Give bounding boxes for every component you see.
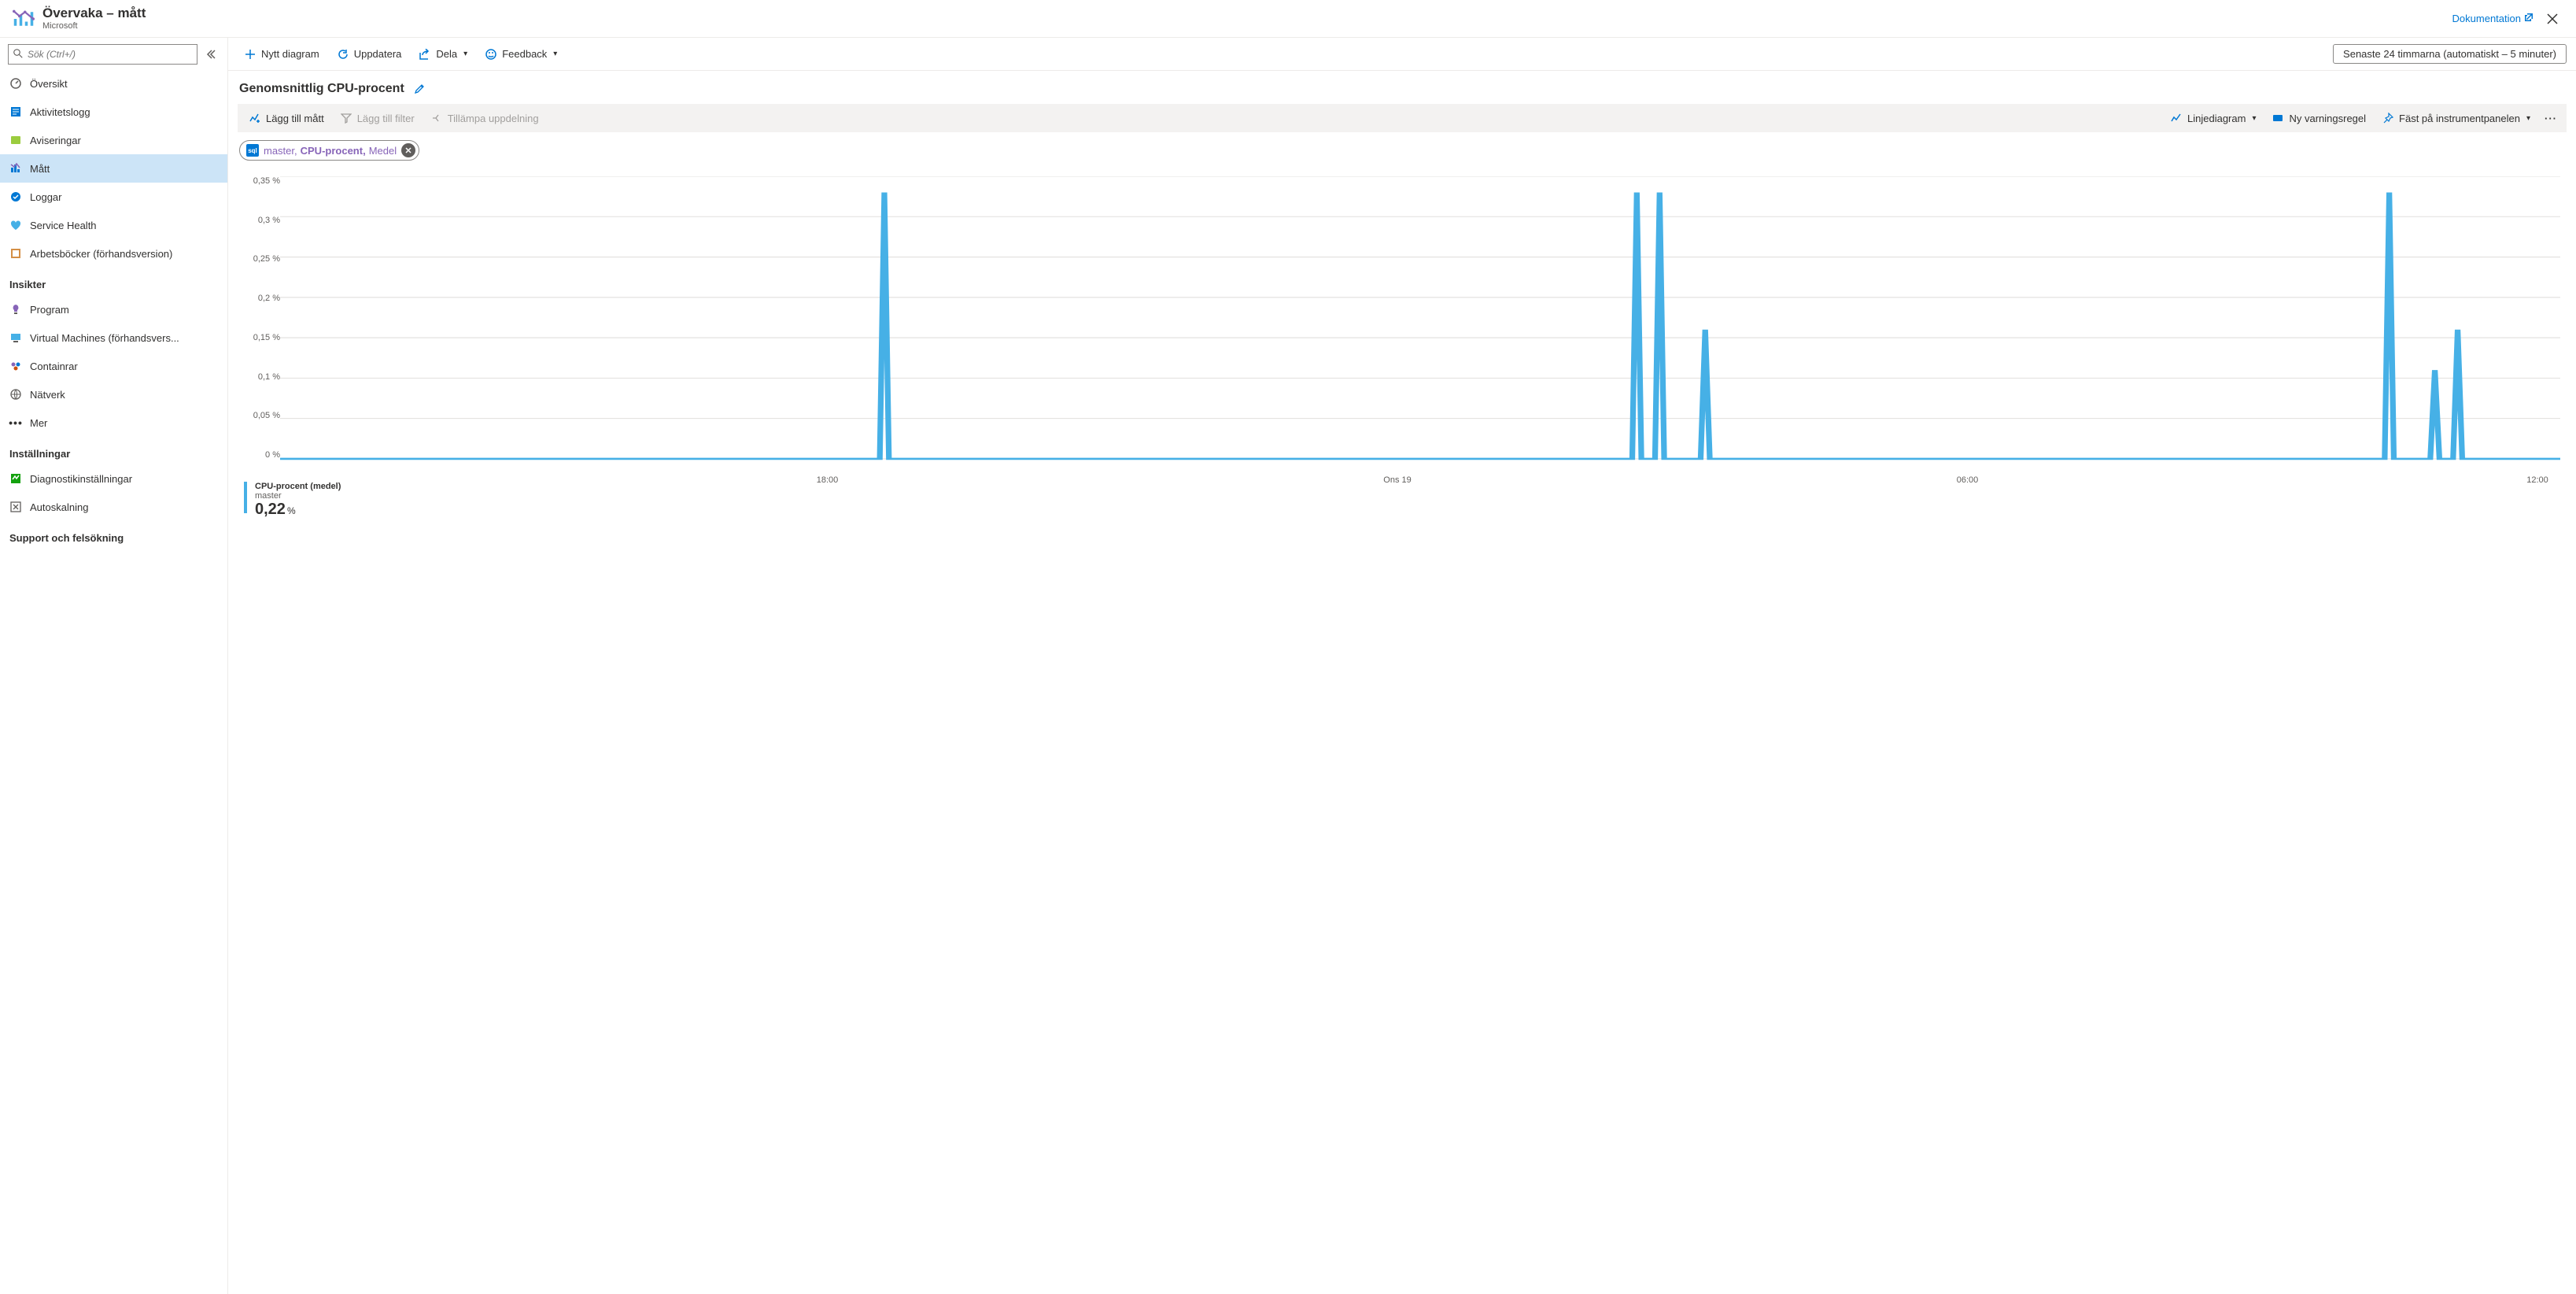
y-tick-label: 0 % <box>244 450 280 460</box>
sidebar-item-aktivitetslogg[interactable]: Aktivitetslogg <box>0 98 227 126</box>
more-icon: ••• <box>9 416 22 429</box>
filter-icon <box>340 112 352 124</box>
legend-color-bar <box>244 482 247 513</box>
chip-metric: CPU-procent, <box>301 145 366 157</box>
health-icon <box>9 219 22 231</box>
chip-resource: master, <box>264 145 297 157</box>
sidebar-item-mer[interactable]: •••Mer <box>0 409 227 437</box>
y-tick-label: 0,2 % <box>244 294 280 303</box>
alert-icon <box>2272 112 2284 124</box>
pin-to-dashboard-button[interactable]: Fäst på instrumentpanelen ▾ <box>2375 107 2537 129</box>
sidebar-item-program[interactable]: Program <box>0 295 227 324</box>
pin-icon <box>2382 112 2394 124</box>
more-options-button[interactable]: ··· <box>2540 113 2562 124</box>
new-alert-rule-button[interactable]: Ny varningsregel <box>2265 107 2372 129</box>
logs-icon <box>9 190 22 203</box>
sidebar-section-header: Insikter <box>0 268 227 295</box>
y-tick-label: 0,15 % <box>244 333 280 342</box>
y-tick-label: 0,3 % <box>244 216 280 225</box>
sidebar-item-containrar[interactable]: Containrar <box>0 352 227 380</box>
sql-icon: sql <box>246 144 259 157</box>
x-tick-label: 12:00 <box>2526 475 2548 485</box>
bulb-icon <box>9 303 22 316</box>
sidebar-item-aviseringar[interactable]: Aviseringar <box>0 126 227 154</box>
feedback-button[interactable]: Feedback ▾ <box>478 43 563 66</box>
metrics-icon <box>9 162 22 175</box>
x-tick-label: Ons 19 <box>1383 475 1411 485</box>
chevron-down-icon: ▾ <box>2526 114 2530 123</box>
y-tick-label: 0,35 % <box>244 176 280 186</box>
x-tick-label: 18:00 <box>817 475 839 485</box>
apply-splitting-button[interactable]: Tillämpa uppdelning <box>424 107 545 129</box>
time-range-picker[interactable]: Senaste 24 timmarna (automatiskt – 5 min… <box>2333 44 2567 64</box>
diag-icon <box>9 472 22 485</box>
remove-metric-button[interactable] <box>401 143 415 157</box>
share-button[interactable]: Dela ▾ <box>412 43 474 66</box>
sidebar-item-loggar[interactable]: Loggar <box>0 183 227 211</box>
new-chart-button[interactable]: Nytt diagram <box>238 43 326 66</box>
documentation-link[interactable]: Dokumentation <box>2452 13 2534 24</box>
sidebar-item-virtual-machines-f-rhandsvers-[interactable]: Virtual Machines (förhandsvers... <box>0 324 227 352</box>
x-tick-label: 06:00 <box>1957 475 1979 485</box>
sidebar-section-header: Inställningar <box>0 437 227 464</box>
refresh-icon <box>337 48 349 61</box>
chart: 0,35 % 0,3 % 0,25 % 0,2 % 0,15 % 0,1 % 0,05 % 0… <box>244 176 2560 475</box>
monitor-logo-icon <box>13 8 35 30</box>
external-link-icon <box>2524 13 2534 24</box>
sidebar-item--versikt[interactable]: Översikt <box>0 69 227 98</box>
chevron-down-icon: ▾ <box>2252 114 2256 123</box>
y-tick-label: 0,1 % <box>244 372 280 382</box>
sidebar-item-m-tt[interactable]: Mått <box>0 154 227 183</box>
gauge-icon <box>9 77 22 90</box>
log-icon <box>9 105 22 118</box>
edit-title-button[interactable] <box>412 82 426 96</box>
close-button[interactable] <box>2541 8 2563 30</box>
sidebar-item-autoskalning[interactable]: Autoskalning <box>0 493 227 521</box>
alert-icon <box>9 134 22 146</box>
page-title: Övervaka – mått <box>42 6 2452 21</box>
container-icon <box>9 360 22 372</box>
chart-type-dropdown[interactable]: Linjediagram ▾ <box>2164 107 2262 129</box>
vm-icon <box>9 331 22 344</box>
chip-aggregation: Medel <box>369 145 397 157</box>
chart-title: Genomsnittlig CPU-procent <box>239 82 404 96</box>
add-metric-icon <box>249 112 261 124</box>
sidebar-section-header: Support och felsökning <box>0 521 227 549</box>
refresh-button[interactable]: Uppdatera <box>330 43 408 66</box>
network-icon <box>9 388 22 401</box>
share-icon <box>419 48 431 61</box>
collapse-sidebar-icon[interactable] <box>202 46 220 63</box>
search-input[interactable] <box>28 49 192 60</box>
sidebar: ÖversiktAktivitetsloggAviseringarMåttLog… <box>0 38 228 1294</box>
line-chart-icon <box>2170 112 2183 124</box>
sidebar-item-n-tverk[interactable]: Nätverk <box>0 380 227 409</box>
y-tick-label: 0,25 % <box>244 254 280 264</box>
legend-label: CPU-procent (medel) <box>255 482 341 491</box>
y-tick-label: 0,05 % <box>244 411 280 420</box>
page-subtitle: Microsoft <box>42 21 2452 31</box>
sidebar-item-diagnostikinst-llningar[interactable]: Diagnostikinställningar <box>0 464 227 493</box>
add-filter-button[interactable]: Lägg till filter <box>334 107 421 129</box>
add-metric-button[interactable]: Lägg till mått <box>242 107 330 129</box>
autoscale-icon <box>9 501 22 513</box>
workbook-icon <box>9 247 22 260</box>
sidebar-item-arbetsb-cker-f-rhandsversion-[interactable]: Arbetsböcker (förhandsversion) <box>0 239 227 268</box>
sidebar-item-service-health[interactable]: Service Health <box>0 211 227 239</box>
chevron-down-icon: ▾ <box>553 50 557 58</box>
split-icon <box>430 112 443 124</box>
legend-value: 0,22% <box>255 501 341 519</box>
chevron-down-icon: ▾ <box>463 50 467 58</box>
legend-resource: master <box>255 491 341 501</box>
metric-chip[interactable]: sql master, CPU-procent, Medel <box>239 140 419 161</box>
smiley-icon <box>485 48 497 61</box>
search-icon <box>13 49 23 61</box>
plus-icon <box>244 48 256 61</box>
